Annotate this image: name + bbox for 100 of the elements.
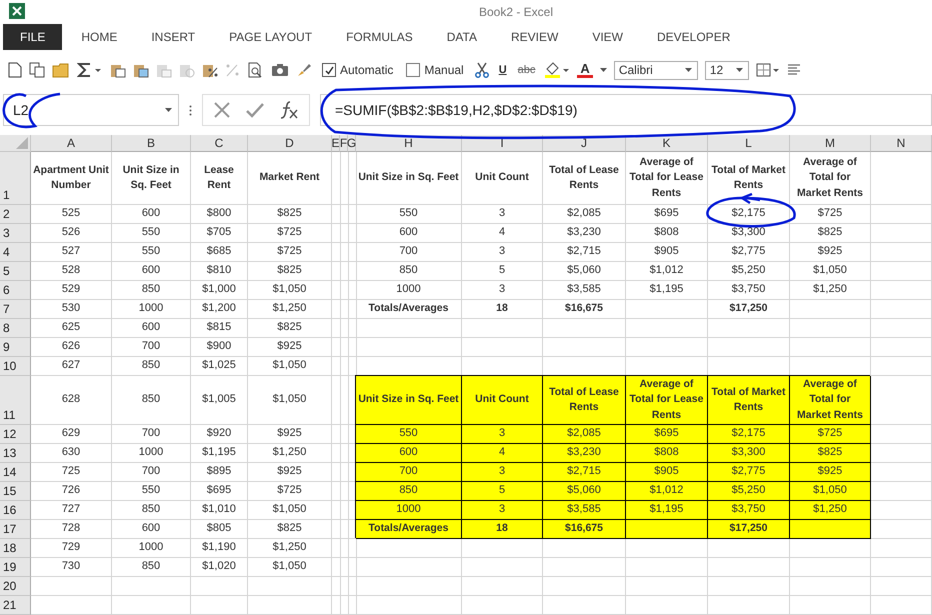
table-cell: 850 — [112, 357, 191, 376]
font-size-dropdown[interactable]: 12 — [704, 60, 749, 80]
table-cell: $725 — [790, 425, 871, 444]
row-number[interactable]: 12 — [0, 425, 31, 444]
row-number[interactable]: 11 — [0, 376, 31, 425]
cancel-icon[interactable] — [213, 101, 231, 119]
column-letter[interactable]: F — [340, 135, 348, 152]
more-options-icon[interactable] — [189, 104, 192, 116]
table-cell: $925 — [248, 338, 332, 357]
copy-icon[interactable] — [29, 62, 45, 78]
row-number[interactable]: 9 — [0, 338, 31, 357]
spreadsheet-app-icon — [9, 3, 25, 19]
ribbon-tab[interactable]: REVIEW — [494, 24, 576, 50]
table-cell: $2,175 — [708, 205, 790, 224]
sum-icon[interactable] — [77, 62, 103, 78]
ribbon-tab[interactable]: VIEW — [575, 24, 640, 50]
column-header: Total of Market Rents — [708, 152, 790, 205]
paste-picture-icon[interactable] — [133, 62, 149, 78]
brush-icon[interactable] — [296, 62, 312, 78]
table-cell: $1,050 — [790, 262, 871, 281]
row-number[interactable]: 14 — [0, 463, 31, 482]
caret-icon[interactable] — [600, 68, 607, 72]
column-letter[interactable]: L — [708, 135, 790, 152]
empty-cell — [871, 152, 932, 205]
format-button[interactable]: U — [496, 64, 509, 76]
font-dropdown[interactable]: Calibri — [614, 60, 698, 80]
row-number[interactable]: 4 — [0, 243, 31, 262]
table-cell: 528 — [31, 262, 112, 281]
table-cell: 4 — [462, 224, 543, 243]
row-number[interactable]: 20 — [0, 577, 31, 596]
table-cell: 1000 — [112, 444, 191, 463]
empty-cell — [348, 577, 357, 596]
table-cell: $695 — [626, 425, 708, 444]
scissors-icon[interactable] — [474, 62, 490, 78]
table-cell: $725 — [248, 243, 332, 262]
total-cell: $16,675 — [543, 300, 626, 319]
row-number[interactable]: 13 — [0, 444, 31, 463]
table-cell: $2,085 — [543, 205, 626, 224]
column-letter[interactable]: K — [626, 135, 708, 152]
ribbon-tab[interactable]: HOME — [64, 24, 134, 50]
name-box[interactable]: L2 — [3, 94, 179, 126]
column-letter[interactable]: A — [31, 135, 112, 152]
column-header: Unit Size in Sq. Feet — [356, 376, 462, 425]
checkbox-option[interactable]: Manual — [406, 63, 464, 77]
column-letter[interactable]: B — [112, 135, 191, 152]
empty-cell — [348, 338, 357, 357]
align-icon[interactable] — [786, 64, 801, 76]
paste-percent-icon[interactable] — [202, 62, 218, 78]
row-number[interactable]: 10 — [0, 357, 31, 376]
row-number[interactable]: 2 — [0, 205, 31, 224]
table-cell: 700 — [112, 338, 191, 357]
empty-cell — [332, 425, 341, 444]
column-letter[interactable]: D — [248, 135, 332, 152]
table-cell: $815 — [191, 319, 248, 338]
row-number[interactable]: 8 — [0, 319, 31, 338]
ribbon-tab[interactable]: INSERT — [134, 24, 212, 50]
row-number[interactable]: 1 — [0, 152, 31, 205]
fill-color-icon[interactable] — [544, 62, 570, 78]
checkbox-option[interactable]: Automatic — [322, 63, 394, 77]
formula-field[interactable]: =SUMIF($B$2:$B$19,H2,$D$2:$D$19) — [320, 94, 932, 126]
paste-icon[interactable] — [110, 62, 126, 78]
table-cell: $685 — [191, 243, 248, 262]
check-icon[interactable] — [245, 102, 265, 118]
table-cell: $725 — [790, 205, 871, 224]
borders-icon[interactable] — [756, 62, 780, 78]
table-cell: $900 — [191, 338, 248, 357]
ribbon-tab[interactable]: DEVELOPER — [640, 24, 748, 50]
column-letter[interactable]: E — [332, 135, 340, 152]
column-header: Apartment Unit Number — [31, 152, 112, 205]
column-header: Average of Total for Lease Rents — [626, 152, 708, 205]
ribbon-tab[interactable]: PAGE LAYOUT — [212, 24, 330, 50]
column-letter[interactable]: C — [191, 135, 248, 152]
row-number[interactable]: 5 — [0, 262, 31, 281]
format-button[interactable]: abc — [516, 64, 538, 76]
row-number[interactable]: 3 — [0, 224, 31, 243]
empty-cell — [340, 357, 349, 376]
column-letter[interactable]: N — [871, 135, 932, 152]
row-number[interactable]: 6 — [0, 281, 31, 300]
row-number[interactable]: 15 — [0, 482, 31, 501]
table-cell: 850 — [356, 482, 462, 501]
table-cell: 726 — [31, 482, 112, 501]
folder-icon[interactable] — [52, 62, 70, 78]
print-preview-icon[interactable] — [248, 62, 264, 78]
row-number[interactable]: 19 — [0, 558, 31, 577]
column-letter[interactable]: M — [790, 135, 871, 152]
table-cell: $1,250 — [790, 281, 871, 300]
camera-icon[interactable] — [271, 63, 289, 77]
row-number[interactable]: 17 — [0, 520, 31, 539]
font-color-button[interactable]: A — [577, 62, 593, 78]
insert-function-icon[interactable] — [279, 100, 299, 120]
empty-cell — [191, 596, 248, 615]
column-letter[interactable]: G — [348, 135, 356, 152]
empty-cell — [348, 224, 357, 243]
ribbon-tab[interactable]: FORMULAS — [329, 24, 430, 50]
new-document-icon[interactable] — [8, 62, 22, 78]
row-number[interactable]: 21 — [0, 596, 31, 615]
row-number[interactable]: 7 — [0, 300, 31, 319]
row-number[interactable]: 18 — [0, 539, 31, 558]
row-number[interactable]: 16 — [0, 501, 31, 520]
ribbon-tab[interactable]: DATA — [430, 24, 494, 50]
